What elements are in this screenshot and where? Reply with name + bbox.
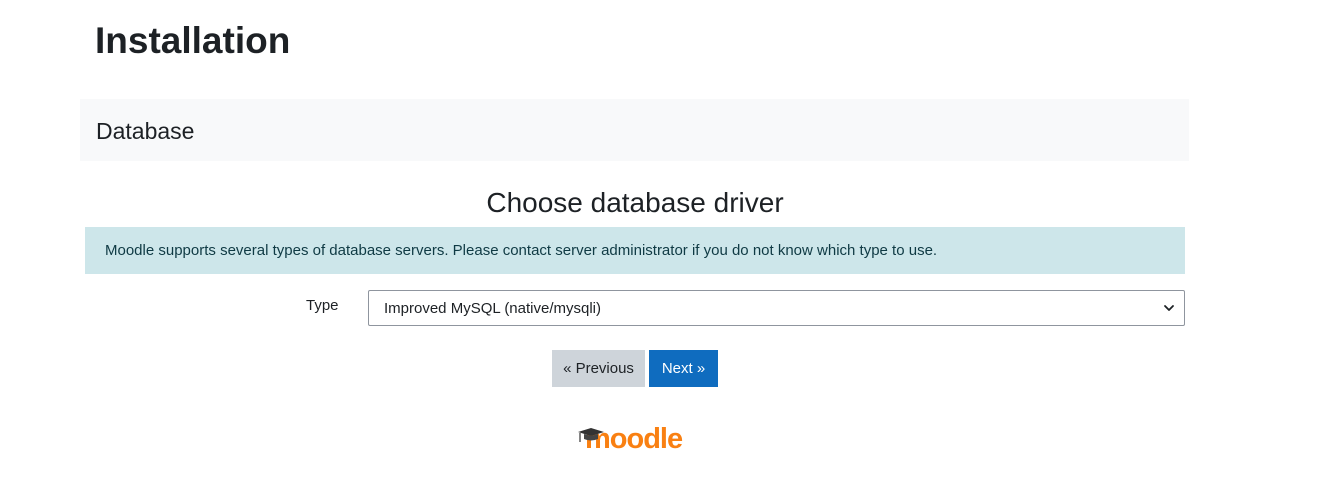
graduation-cap-icon (578, 428, 604, 442)
page-title: Installation (95, 20, 291, 61)
info-alert-text: Moodle supports several types of databas… (105, 242, 938, 259)
next-button[interactable]: Next » (649, 350, 718, 387)
chevron-down-icon (1164, 305, 1174, 311)
database-type-selected-value: Improved MySQL (native/mysqli) (384, 299, 602, 317)
section-title: Database (96, 118, 195, 144)
installation-page: Installation Database Choose database dr… (0, 0, 1342, 496)
type-label: Type (306, 297, 339, 314)
step-heading: Choose database driver (486, 187, 784, 218)
section-header: Database (80, 99, 1189, 161)
previous-button[interactable]: « Previous (552, 350, 645, 387)
info-alert: Moodle supports several types of databas… (85, 227, 1185, 274)
database-type-select[interactable]: Improved MySQL (native/mysqli) (368, 290, 1185, 326)
moodle-logo: moodle (576, 421, 696, 457)
